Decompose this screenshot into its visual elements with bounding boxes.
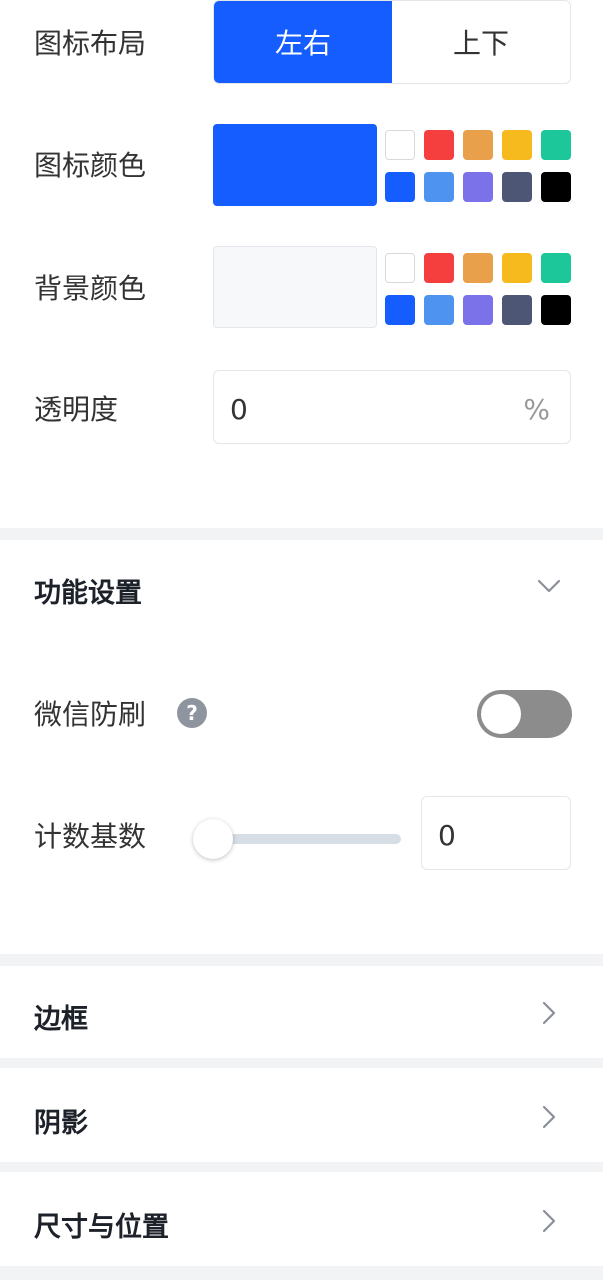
color-swatch[interactable] [463, 295, 493, 325]
section-divider [0, 954, 603, 966]
color-swatch[interactable] [424, 172, 454, 202]
wechat-guard-toggle[interactable] [477, 690, 572, 738]
section-divider [0, 1162, 603, 1172]
toggle-knob [481, 694, 521, 734]
layout-option-top-bottom[interactable]: 上下 [392, 1, 570, 83]
color-swatch[interactable] [541, 295, 571, 325]
count-base-input[interactable]: 0 [421, 796, 571, 870]
opacity-label: 透明度 [34, 393, 119, 426]
color-swatch[interactable] [463, 130, 493, 160]
color-swatch[interactable] [385, 130, 415, 160]
wechat-guard-label: 微信防刷 [34, 698, 147, 731]
chevron-right-icon[interactable] [536, 1000, 562, 1026]
function-settings-title: 功能设置 [34, 578, 142, 609]
icon-color-preview[interactable] [213, 124, 377, 206]
color-swatch[interactable] [385, 253, 415, 283]
color-swatch[interactable] [424, 130, 454, 160]
section-divider [0, 1058, 603, 1068]
color-swatch[interactable] [424, 253, 454, 283]
help-icon[interactable]: ? [177, 698, 207, 728]
count-base-slider-handle[interactable] [193, 819, 233, 859]
icon-color-label: 图标颜色 [34, 149, 147, 182]
count-base-label: 计数基数 [34, 820, 147, 853]
section-divider [0, 528, 603, 540]
icon-layout-segmented: 左右 上下 [213, 0, 571, 84]
icon-color-palette [385, 130, 571, 204]
section-divider [0, 1266, 603, 1280]
bg-color-preview[interactable] [213, 246, 377, 328]
shadow-section-title[interactable]: 阴影 [34, 1101, 88, 1140]
opacity-unit: % [523, 393, 550, 426]
layout-option-left-right[interactable]: 左右 [214, 1, 392, 83]
count-base-slider-track[interactable] [213, 834, 401, 844]
color-swatch[interactable] [385, 295, 415, 325]
color-swatch[interactable] [424, 295, 454, 325]
icon-layout-label: 图标布局 [34, 27, 147, 60]
opacity-input[interactable]: 0 % [213, 370, 571, 444]
color-swatch[interactable] [502, 172, 532, 202]
color-swatch[interactable] [541, 253, 571, 283]
size-position-section-title[interactable]: 尺寸与位置 [34, 1205, 169, 1244]
color-swatch[interactable] [502, 130, 532, 160]
color-swatch[interactable] [463, 253, 493, 283]
color-swatch[interactable] [541, 172, 571, 202]
color-swatch[interactable] [502, 253, 532, 283]
chevron-down-icon[interactable] [536, 573, 562, 599]
chevron-right-icon[interactable] [536, 1104, 562, 1130]
color-swatch[interactable] [541, 130, 571, 160]
bg-color-palette [385, 253, 571, 327]
color-swatch[interactable] [463, 172, 493, 202]
bg-color-label: 背景颜色 [34, 272, 147, 305]
color-swatch[interactable] [502, 295, 532, 325]
properties-panel: 图标布局 左右 上下 图标颜色 背景颜色 透明度 0 % 功能设置 微信防刷 ?… [0, 0, 603, 1280]
color-swatch[interactable] [385, 172, 415, 202]
border-section-title[interactable]: 边框 [34, 997, 88, 1036]
opacity-value: 0 [230, 393, 248, 426]
chevron-right-icon[interactable] [536, 1208, 562, 1234]
count-base-value: 0 [438, 819, 456, 852]
